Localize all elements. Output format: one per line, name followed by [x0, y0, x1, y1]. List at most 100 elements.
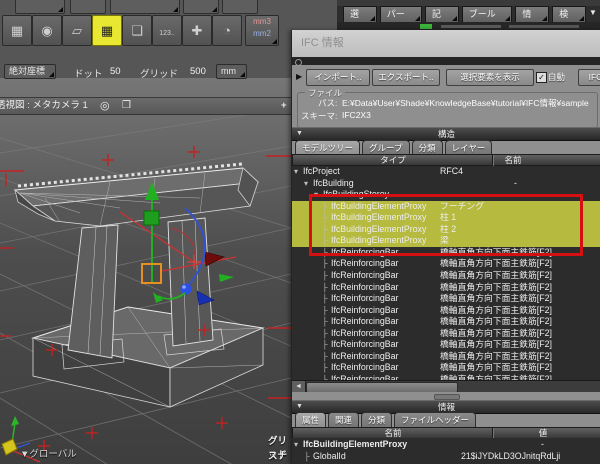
tree-row-IfcReinforcingBar[interactable]: ├ IfcReinforcingBar 橋軸直角方向下面主鉄筋[F2] [292, 351, 600, 363]
row-name: 橋軸直角方向下面主鉄筋[F2] [440, 304, 552, 315]
row-name: 橋軸直角方向下面主鉄筋[F2] [440, 339, 552, 350]
row-type: IfcReinforcingBar [331, 304, 399, 315]
panel-title-bar[interactable]: IFC 情報 [292, 30, 600, 58]
tree-row-IfcBuilding[interactable]: ▾ IfcBuilding - [292, 178, 600, 190]
attribute-row-GlobalId[interactable]: ├ GlobalId 21$iJYDkLD3OJnitqRdLji [292, 451, 600, 463]
blurred-text [509, 25, 579, 28]
browser-tab-ブール演[interactable]: ブール演 [461, 6, 513, 23]
tab-overflow-menu[interactable]: ▼ [589, 8, 597, 17]
tree-row-IfcReinforcingBar[interactable]: ├ IfcReinforcingBar 橋軸直角方向下面主鉄筋[F2] [292, 328, 600, 340]
tool-menu-button[interactable] [15, 0, 65, 14]
tab-分類[interactable]: 分類 [411, 140, 443, 155]
auto-checkbox-label[interactable]: 自動 [548, 71, 565, 83]
panel-grip-bar[interactable] [292, 57, 600, 66]
attribute-table: ▾ IfcBuildingElementProxy - ├ GlobalId 21$iJY… [292, 438, 600, 464]
paren-tool-button[interactable] [183, 0, 219, 14]
application-window: 透視図 : メタカメラ 1 ◎ ❒ + ▼グローバル グリッド スナップ ▦ ◉ ▱… [0, 0, 600, 464]
tree-row-IfcReinforcingBar[interactable]: ├ IfcReinforcingBar 橋軸直角方向下面主鉄筋[F2] [292, 258, 600, 270]
rotate-tool-button[interactable] [70, 0, 106, 14]
pane-add-button[interactable]: + [281, 98, 287, 114]
show-selected-button[interactable]: 選択要素を表示 [446, 69, 534, 86]
tree-row-IfcReinforcingBar[interactable]: ├ IfcReinforcingBar 橋軸直角方向下面主鉄筋[F2] [292, 339, 600, 351]
tree-row-IfcReinforcingBar[interactable]: ├ IfcReinforcingBar 橋軸直角方向下面主鉄筋[F2] [292, 305, 600, 317]
highlight-annotation-rect [309, 194, 583, 256]
structure-section-bar[interactable]: ▼ 構造 [292, 127, 600, 141]
tree-connector: ├ [304, 451, 310, 461]
tree-connector: ├ [322, 305, 328, 315]
tab-グループ[interactable]: グループ [362, 140, 410, 155]
global-mode-label[interactable]: ▼グローバル [20, 446, 77, 460]
dot-value[interactable]: 50 [110, 66, 121, 77]
import-button[interactable]: インポート.. [306, 69, 370, 86]
numeric-pad-button[interactable]: ▦ [2, 15, 32, 46]
tab-関連[interactable]: 関連 [328, 412, 360, 427]
tree-connector: ├ [322, 328, 328, 338]
unit-display-button[interactable]: mm3 mm2 [245, 15, 279, 46]
material-swatch [420, 24, 432, 29]
scale-handle[interactable] [143, 210, 160, 226]
viewport-label[interactable]: 透視図 : メタカメラ 1 [0, 98, 88, 114]
tree-row-IfcReinforcingBar[interactable]: ├ IfcReinforcingBar 橋軸直角方向下面主鉄筋[F2] [292, 270, 600, 282]
info-tabs: 属性 関連 分類 ファイルヘッダー [295, 412, 478, 427]
browser-tab-選択[interactable]: 選択 [343, 6, 377, 23]
column-divider[interactable] [492, 155, 494, 166]
section-collapse-icon[interactable]: ▼ [296, 128, 303, 140]
head-button[interactable]: ◉ [32, 15, 62, 46]
shading-cube-icon[interactable]: ❒ [122, 98, 131, 114]
export-button[interactable]: エクスポート.. [372, 69, 440, 86]
gradient-button[interactable]: ◔ [212, 15, 242, 46]
panel-splitter[interactable] [292, 392, 600, 400]
grid-value[interactable]: 500 [190, 66, 206, 77]
row-type: IfcReinforcingBar [331, 281, 399, 292]
viewport-canvas[interactable] [0, 78, 291, 464]
coord-mode-dropdown[interactable]: 絶対座標 [4, 64, 57, 79]
attr-value: - [541, 439, 544, 449]
browser-tab-記号[interactable]: 記号 [425, 6, 459, 23]
expand-icon[interactable]: ▾ [294, 166, 298, 178]
tree-row-IfcReinforcingBar[interactable]: ├ IfcReinforcingBar 橋軸直角方向下面主鉄筋[F2] [292, 362, 600, 374]
car-button[interactable]: ▱ [62, 15, 92, 46]
scroll-left-arrow[interactable]: ◄ [292, 381, 306, 392]
numbers-button[interactable]: 123.. [152, 15, 182, 46]
wrench-grid-button[interactable]: ✚ [182, 15, 212, 46]
row-type: IfcBuilding [313, 177, 354, 188]
color-tool-button[interactable] [110, 0, 180, 14]
ifc-menu-button[interactable]: IFC... [578, 69, 600, 86]
snap-toggle-label[interactable]: スナップ [268, 448, 291, 464]
attribute-row-IfcBuildingElementProxy[interactable]: ▾ IfcBuildingElementProxy - [292, 439, 600, 451]
tree-row-IfcProject[interactable]: ▾ IfcProject RFC4 [292, 166, 600, 178]
browser-tab-パート[interactable]: パート [379, 6, 422, 23]
row-type: IfcReinforcingBar [331, 339, 399, 350]
tab-分類[interactable]: 分類 [361, 412, 393, 427]
blurred-text [441, 25, 501, 28]
col-type[interactable]: タイプ [353, 155, 433, 166]
tree-row-IfcReinforcingBar[interactable]: ├ IfcReinforcingBar 橋軸直角方向下面主鉄筋[F2] [292, 282, 600, 294]
structure-column-header: タイプ 名前 [292, 154, 600, 166]
schema-label: スキーマ: [301, 111, 338, 121]
tree-row-IfcReinforcingBar[interactable]: ├ IfcReinforcingBar 橋軸直角方向下面主鉄筋[F2] [292, 293, 600, 305]
expand-icon[interactable]: ▾ [294, 439, 298, 451]
numeric-pad-icon: ▦ [10, 23, 24, 38]
unit-dropdown[interactable]: mm [216, 64, 247, 79]
auto-checkbox[interactable]: ✓ [536, 72, 547, 83]
car-icon: ▱ [72, 23, 82, 38]
tab-ファイルヘッダー[interactable]: ファイルヘッダー [394, 412, 477, 427]
row-type: IfcReinforcingBar [331, 293, 399, 304]
cubes-button[interactable]: ❏ [122, 15, 152, 46]
tab-モデルツリー[interactable]: モデルツリー [295, 140, 361, 155]
browser-tab-検索[interactable]: 検索 [552, 6, 586, 23]
browser-tab-strip: 選択パート記号ブール演情報検索 ▼ [337, 0, 600, 30]
tab-レイヤー[interactable]: レイヤー [444, 140, 493, 155]
center-handle[interactable] [180, 283, 192, 295]
schema-value: IFC2X3 [342, 110, 371, 120]
expand-icon[interactable]: ▾ [304, 178, 308, 190]
grid-select-button[interactable]: ▦ [92, 15, 122, 46]
tree-row-IfcReinforcingBar[interactable]: ├ IfcReinforcingBar 橋軸直角方向下面主鉄筋[F2] [292, 316, 600, 328]
row-name: 橋軸直角方向下面主鉄筋[F2] [440, 281, 552, 292]
target-tool-button[interactable] [222, 0, 258, 14]
tree-connector: ├ [322, 317, 328, 327]
collapse-arrow-icon[interactable]: ▶ [296, 72, 302, 81]
tab-属性[interactable]: 属性 [295, 412, 327, 427]
browser-tab-情報[interactable]: 情報 [515, 6, 550, 23]
camera-target-icon[interactable]: ◎ [100, 98, 110, 114]
